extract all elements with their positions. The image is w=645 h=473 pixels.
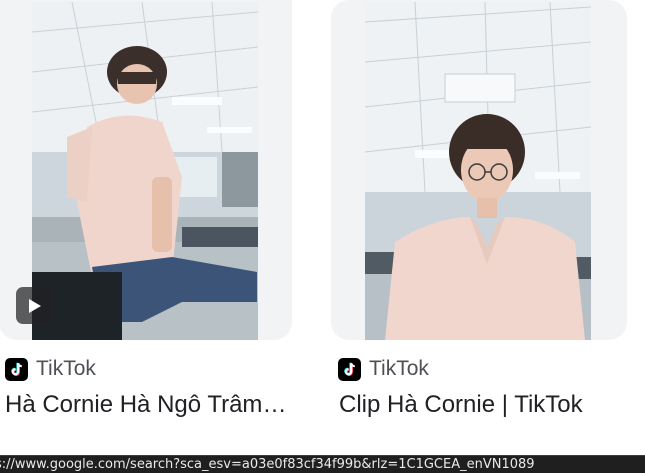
status-url: s://www.google.com/search?sca_esv=a03e0f… — [0, 457, 535, 472]
source-name: TikTok — [369, 357, 429, 380]
thumbnail-image[interactable] — [32, 2, 258, 340]
play-icon[interactable] — [16, 287, 53, 324]
result-source[interactable]: TikTok — [5, 356, 96, 382]
thumbnail-image[interactable] — [365, 2, 591, 340]
result-title[interactable]: Clip Hà Cornie | TikTok — [339, 389, 622, 421]
url-status-bar: s://www.google.com/search?sca_esv=a03e0f… — [0, 455, 645, 473]
image-results-page: TikTok Hà Cornie Hà Ngô Trâm Anh - TikTo… — [0, 0, 645, 473]
result-source[interactable]: TikTok — [338, 356, 429, 382]
tiktok-icon — [338, 357, 361, 381]
tiktok-icon — [5, 357, 28, 381]
result-title[interactable]: Hà Cornie Hà Ngô Trâm Anh - TikTok — [5, 389, 288, 421]
thumbnail-container[interactable] — [331, 0, 627, 340]
source-name: TikTok — [36, 357, 96, 380]
thumbnail-container[interactable] — [0, 0, 292, 340]
image-result-card[interactable]: TikTok Hà Cornie Hà Ngô Trâm Anh - TikTo… — [0, 0, 292, 418]
image-result-card[interactable]: TikTok Clip Hà Cornie | TikTok — [331, 0, 627, 418]
